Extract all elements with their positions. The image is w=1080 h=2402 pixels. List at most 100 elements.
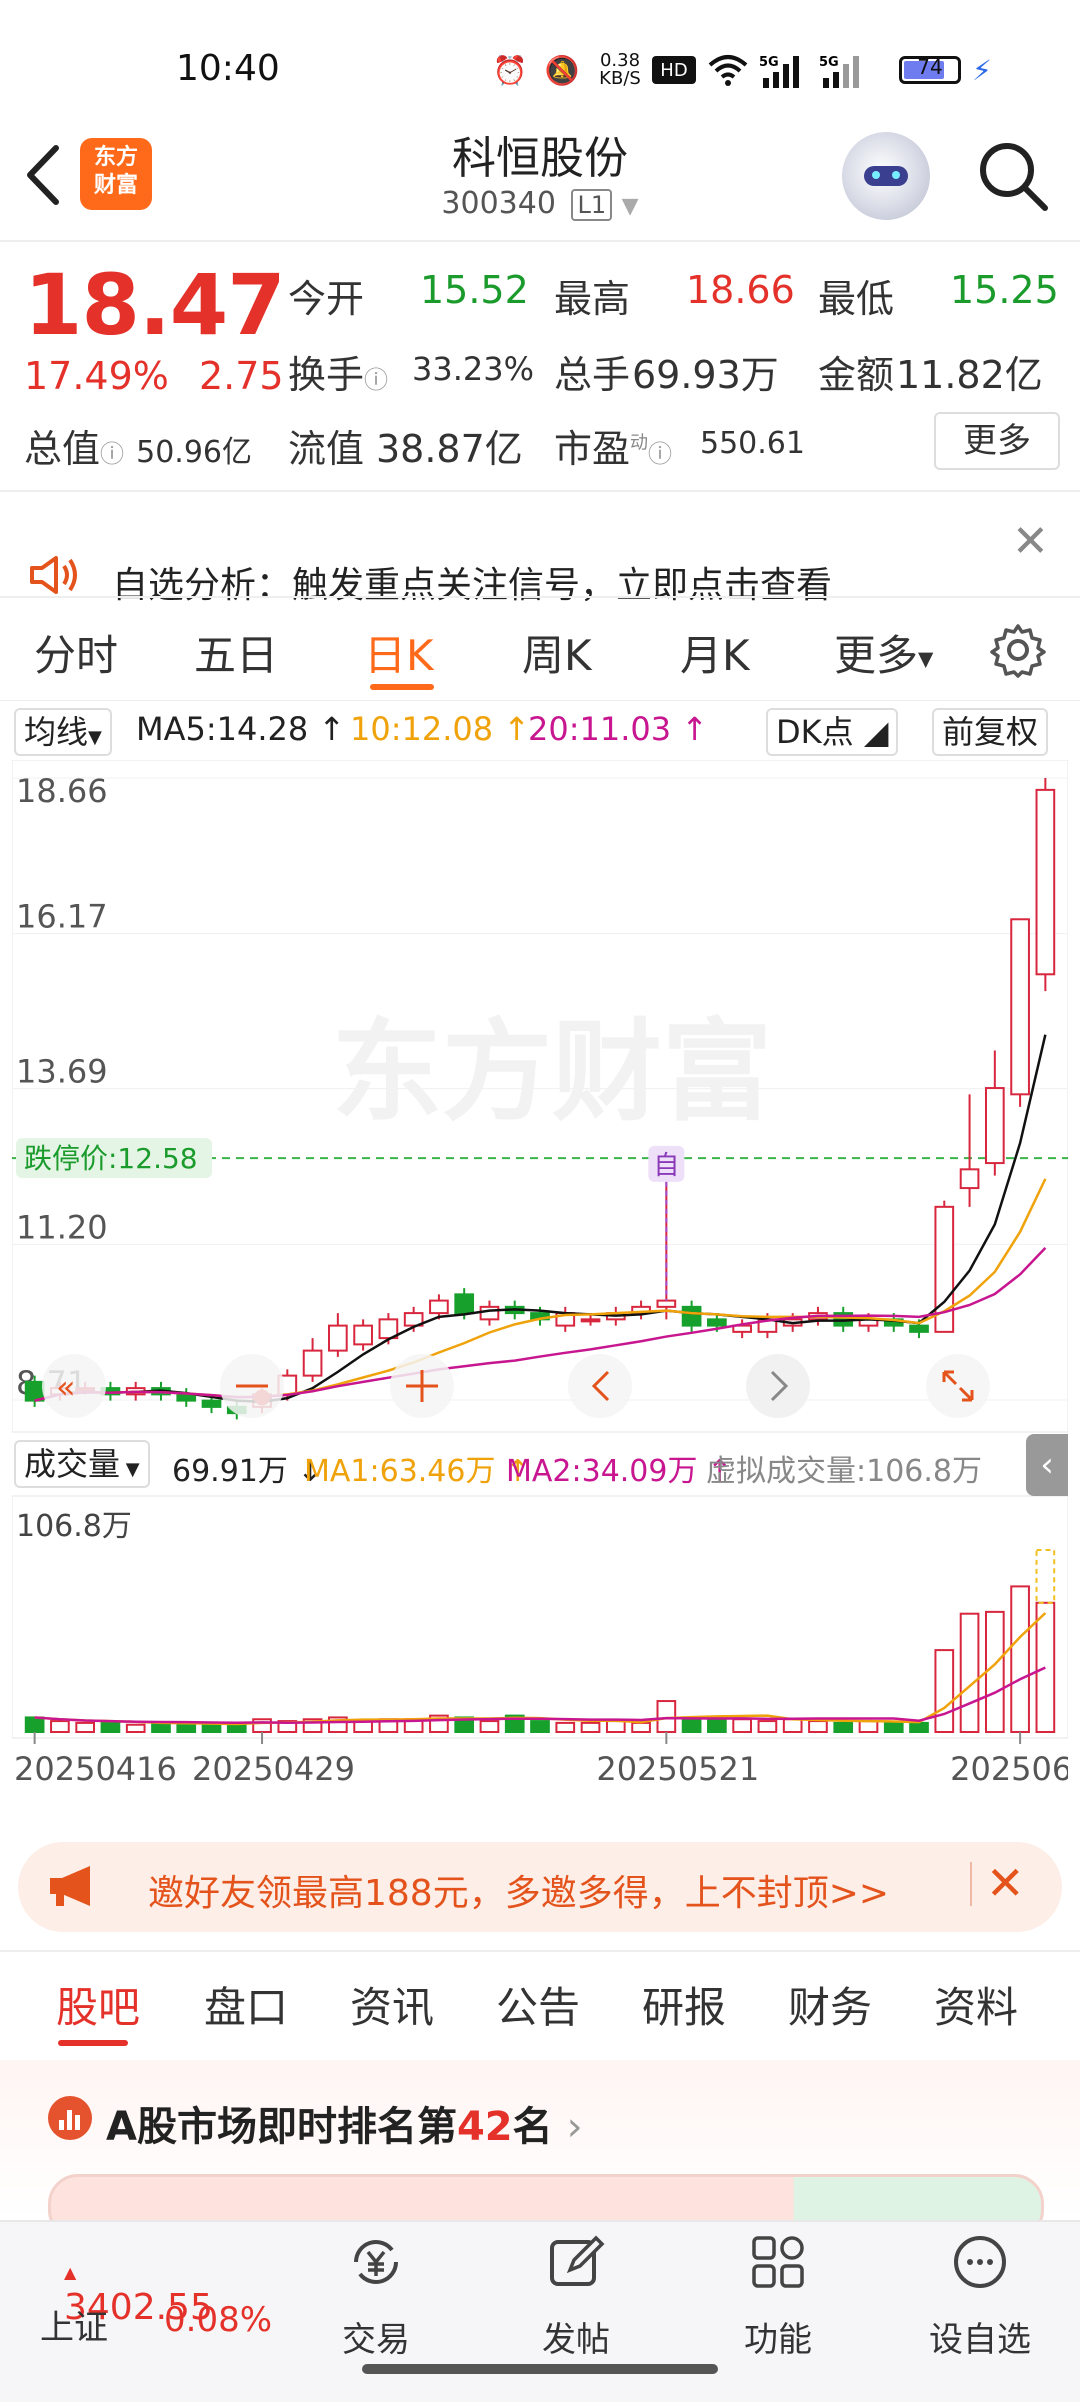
chart-settings-button[interactable]: [990, 622, 1046, 682]
volume-max-label: 106.8万: [16, 1509, 132, 1544]
tab-more[interactable]: 更多▼: [834, 622, 933, 683]
volume-bar-down: [201, 1723, 222, 1733]
tab-intraday[interactable]: 分时: [34, 622, 118, 683]
ma10-value: 10:12.08 ↑: [350, 710, 531, 748]
tab-finance[interactable]: 财务: [788, 1974, 872, 2035]
volume-bar-up: [858, 1720, 879, 1734]
more-quote-button[interactable]: 更多: [934, 412, 1060, 470]
robot-assistant-icon[interactable]: [842, 132, 930, 220]
nav-functions-button[interactable]: [748, 2234, 808, 2294]
wifi-icon: [704, 50, 752, 90]
info-icon[interactable]: ⓘ: [100, 440, 124, 468]
notice-close-icon[interactable]: ✕: [1012, 516, 1049, 567]
mute-icon: 🔕: [544, 53, 580, 87]
indicator-selector[interactable]: 成交量 ▼: [14, 1440, 150, 1488]
tab-guba[interactable]: 股吧: [56, 1974, 140, 2035]
amount-value: 11.82亿: [896, 353, 1043, 397]
ma5-value: MA5:14.28 ↑: [136, 710, 346, 748]
pe-label-text: 市盈: [554, 427, 631, 471]
ma-selector[interactable]: 均线▼: [14, 708, 112, 756]
alarm-icon: ⏰: [492, 53, 528, 87]
vol-ma1-text: MA1:63.46万: [304, 1454, 496, 1489]
tab-announcements[interactable]: 公告: [496, 1974, 580, 2035]
quote-divider: [0, 490, 1080, 492]
candle-up: [1010, 918, 1030, 1096]
volume-bar-up: [782, 1718, 803, 1734]
rank-text[interactable]: A股市场即时排名第42名 ›: [106, 2094, 583, 2152]
pe-value: 550.61: [700, 426, 805, 461]
ma5-text: MA5:14.28: [136, 710, 309, 748]
collapse-panel-button[interactable]: ‹: [1026, 1434, 1068, 1496]
tab-daily-k[interactable]: 日K: [364, 622, 434, 683]
fullscreen-button[interactable]: [926, 1354, 990, 1418]
volume-bar-up: [934, 1649, 955, 1733]
nav-trade-button[interactable]: [346, 2234, 406, 2294]
bottom-tabs-top-divider: [0, 1950, 1080, 1952]
tab-research[interactable]: 研报: [642, 1974, 726, 2035]
market-cap-value: 50.96亿: [136, 435, 252, 470]
tab-news[interactable]: 资讯: [350, 1974, 434, 2035]
info-icon[interactable]: ⓘ: [364, 366, 388, 394]
tab-monthly-k[interactable]: 月K: [680, 622, 750, 683]
nav-post-button[interactable]: [546, 2234, 606, 2294]
candle-down: [454, 1293, 475, 1315]
battery-level: 74: [917, 55, 943, 79]
ma-selector-label: 均线: [24, 713, 89, 751]
vol-value: 69.91万 ↓: [172, 1454, 323, 1489]
amount-label: 金额: [818, 353, 895, 397]
vol-text: 69.91万: [172, 1454, 288, 1489]
scroll-left-button[interactable]: [568, 1354, 632, 1418]
rank-chart-icon: [48, 2096, 92, 2140]
net-speed-unit: KB/S: [599, 68, 641, 89]
nav-add-watchlist-button[interactable]: [950, 2234, 1010, 2294]
edit-icon: [550, 2235, 605, 2286]
search-icon: [980, 143, 1048, 211]
info-icon[interactable]: ⓘ: [648, 440, 672, 468]
open-label: 今开: [288, 277, 365, 321]
volume-bar-up: [808, 1720, 828, 1734]
dk-point-button[interactable]: DK点 ◢: [766, 708, 899, 756]
volume-bar-up: [75, 1721, 96, 1734]
nav-trade-label: 交易: [342, 2320, 410, 2360]
tab-five-day[interactable]: 五日: [194, 622, 278, 683]
candle-up: [1035, 788, 1056, 976]
volume-bar-up: [656, 1700, 677, 1733]
invite-text[interactable]: 邀好友领最高188元，多邀多得，上不封顶>>: [148, 1864, 889, 1916]
candle-up: [328, 1324, 348, 1352]
candle-up: [353, 1324, 373, 1346]
change-percent: 17.49%: [24, 354, 169, 398]
turnover-label: 换手ⓘ: [288, 344, 388, 399]
adjust-button[interactable]: 前复权: [932, 708, 1049, 756]
candle-down: [176, 1393, 197, 1402]
high-value: 18.66: [686, 268, 795, 312]
rank-suffix: 名: [512, 2104, 553, 2150]
tab-weekly-k[interactable]: 周K: [522, 622, 592, 683]
volume-bar-up: [631, 1721, 651, 1734]
search-button[interactable]: [975, 138, 1051, 214]
vol-ma1: MA1:63.46万 ↑: [304, 1454, 531, 1489]
tab-pankou[interactable]: 盘口: [204, 1974, 288, 2035]
vol-ma2: MA2:34.09万 ↑: [506, 1454, 733, 1489]
invite-separator: [970, 1862, 972, 1906]
volume-bar-up: [1035, 1601, 1056, 1734]
scroll-right-button[interactable]: [746, 1354, 810, 1418]
virtual-volume: 虚拟成交量:106.8万: [706, 1454, 982, 1489]
ma20-value: 20:11.03 ↑: [528, 710, 709, 748]
low-label: 最低: [818, 277, 895, 321]
volume-bar-up: [555, 1721, 576, 1734]
home-indicator[interactable]: [362, 2364, 718, 2374]
index-change: 0.08%: [164, 2300, 273, 2340]
candle-down: [201, 1399, 222, 1408]
chevron-right-icon: ›: [566, 2104, 583, 2150]
invite-close-icon[interactable]: ✕: [986, 1856, 1025, 1910]
double-chevron-left-icon: «: [56, 1368, 76, 1406]
candle-up: [479, 1305, 500, 1321]
float-label: 流值: [288, 427, 365, 471]
y-tick-label: 11.20: [16, 1208, 108, 1246]
vol-ma2-text: MA2:34.09万: [506, 1454, 698, 1489]
kline-chart[interactable]: 东方财富 18.6616.1713.6911.208.71 跌停价:12.58 …: [12, 760, 1068, 1820]
tab-profile[interactable]: 资料: [934, 1974, 1018, 2035]
notice-text[interactable]: 自选分析：触发重点关注信号，立即点击查看: [112, 556, 832, 608]
date-label: 20250610: [950, 1750, 1068, 1788]
volume-bar-up: [580, 1721, 601, 1734]
